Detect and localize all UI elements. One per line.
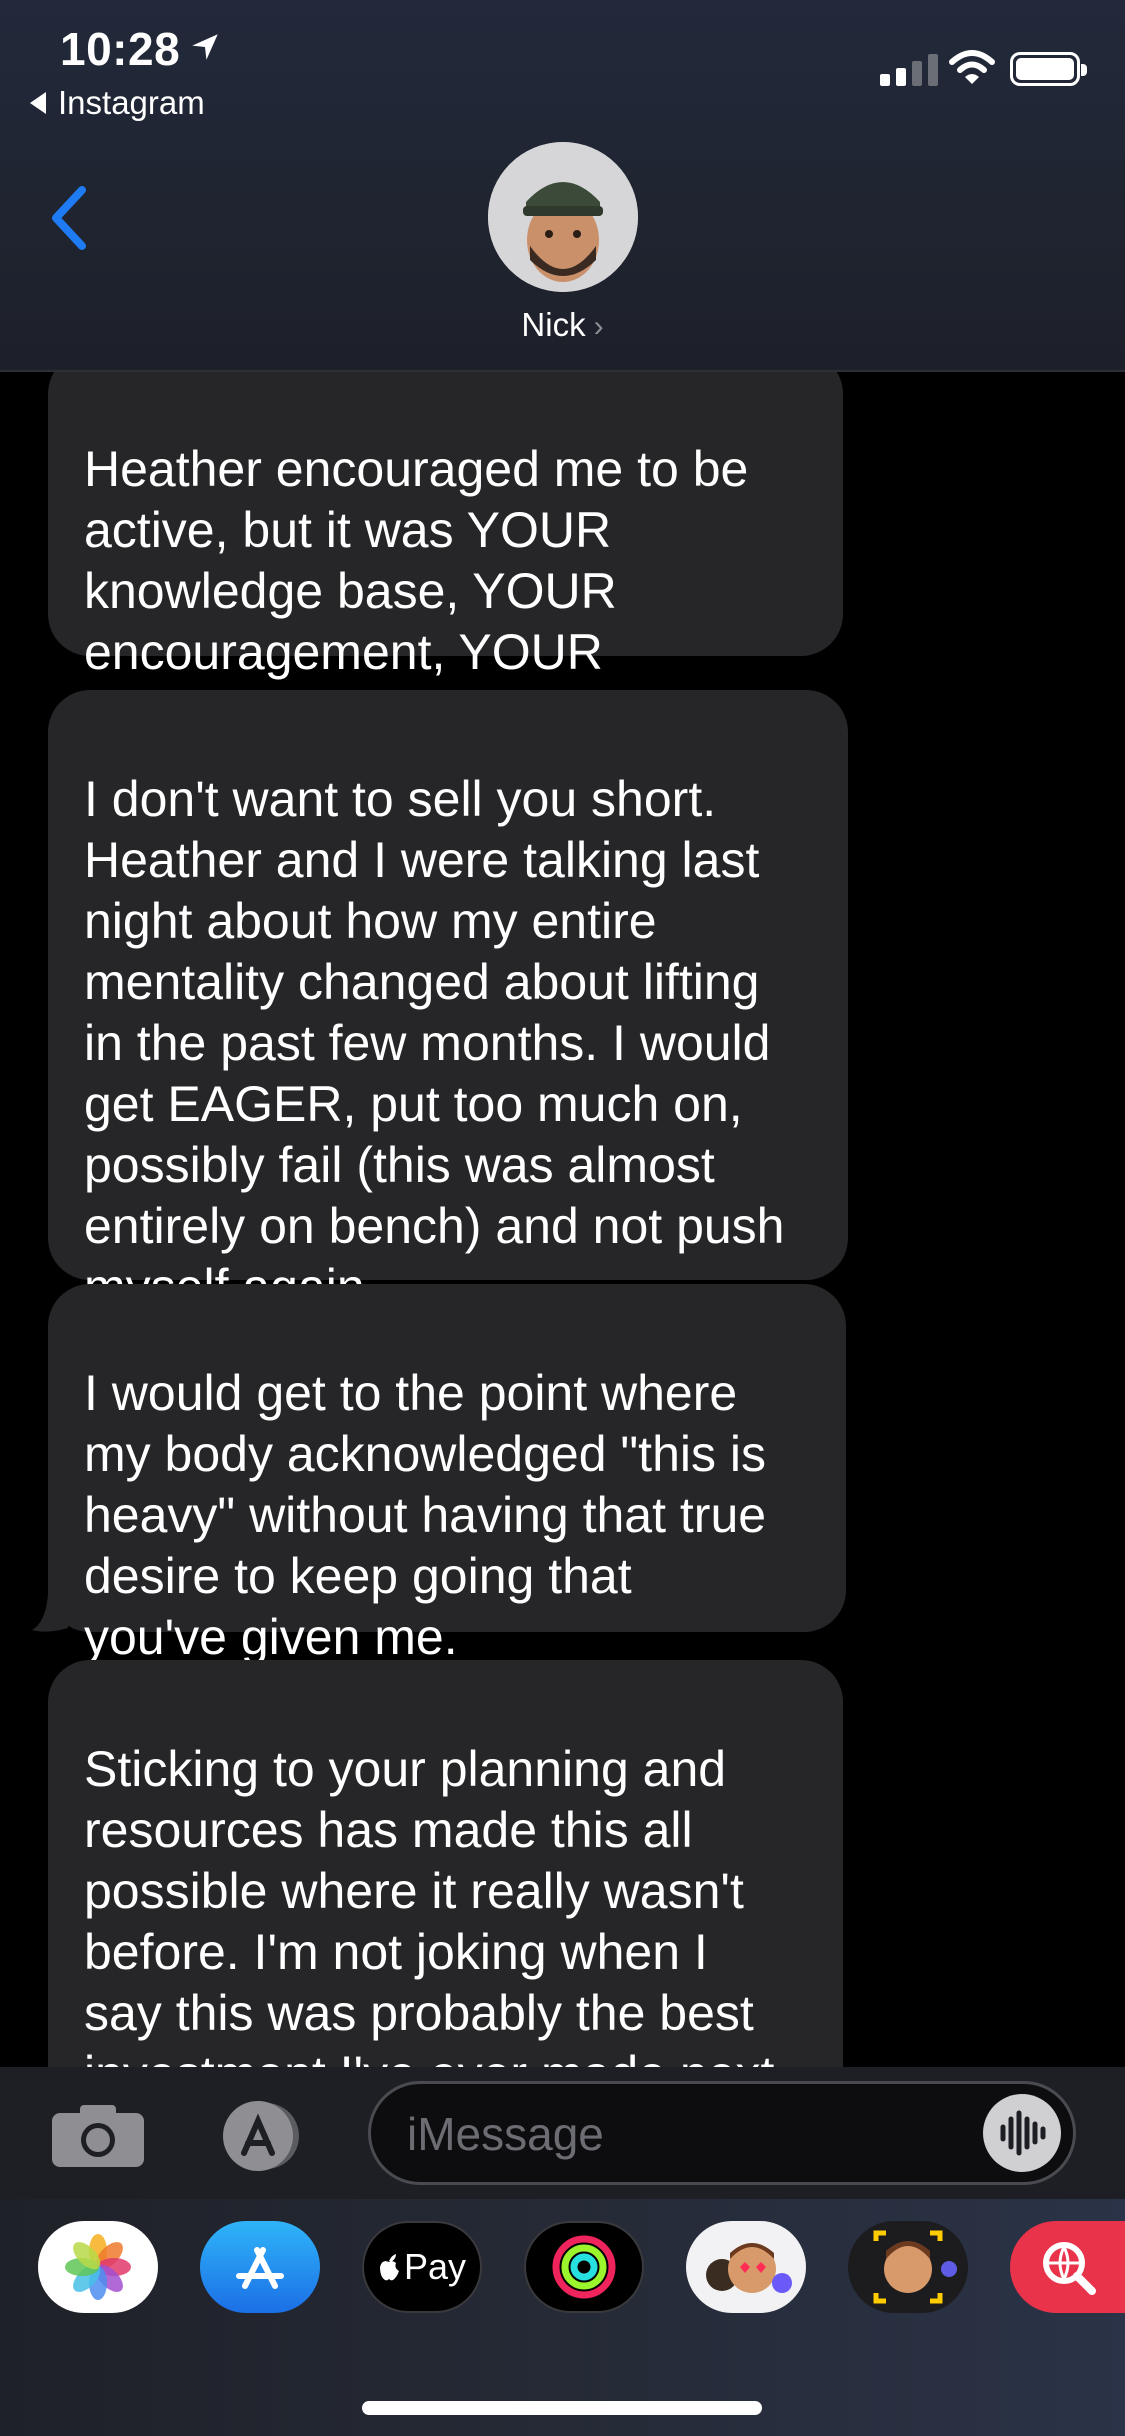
- location-arrow-icon: [192, 34, 218, 60]
- message-bubble[interactable]: Heather encouraged me to be active, but …: [48, 372, 843, 741]
- memoji-stickers-app-button[interactable]: [686, 2221, 806, 2313]
- back-triangle-icon: [30, 92, 46, 114]
- apple-pay-label: Pay: [403, 2246, 467, 2287]
- message-text: Sticking to your planning and resources …: [84, 1741, 774, 2067]
- photos-icon: [65, 2234, 131, 2300]
- message-bubble[interactable]: I don't want to sell you short. Heather …: [48, 690, 848, 1315]
- apple-pay-icon: [379, 2254, 399, 2281]
- contact-name[interactable]: Nick ›: [0, 306, 1125, 344]
- message-bubble[interactable]: I would get to the point where my body a…: [48, 1284, 846, 1665]
- memoji-avatar-icon: [488, 142, 638, 292]
- message-thread[interactable]: Heather encouraged me to be active, but …: [0, 372, 1125, 2067]
- memoji-camera-app-button[interactable]: [848, 2221, 968, 2313]
- contact-name-label: Nick: [521, 306, 586, 343]
- cellular-signal-icon: [880, 52, 938, 86]
- message-text: I would get to the point where my body a…: [84, 1365, 767, 1665]
- web-search-icon: [1042, 2242, 1096, 2295]
- message-input[interactable]: [407, 2106, 967, 2162]
- activity-icon: [552, 2235, 616, 2299]
- conversation-header: 10:28 Instagram Nick ›: [0, 0, 1125, 372]
- app-store-icon: [236, 2247, 284, 2289]
- back-to-app-link[interactable]: Instagram: [30, 84, 205, 122]
- camera-icon[interactable]: [50, 2103, 146, 2169]
- home-indicator[interactable]: [362, 2401, 762, 2415]
- audio-message-button[interactable]: [983, 2094, 1061, 2172]
- memoji-camera-icon: [873, 2230, 957, 2304]
- compose-bar: [0, 2067, 1125, 2199]
- waveform-icon: [1000, 2110, 1046, 2156]
- photos-app-button[interactable]: [38, 2221, 158, 2313]
- web-search-app-button[interactable]: [1010, 2221, 1125, 2313]
- contact-avatar[interactable]: [488, 142, 638, 292]
- status-time: 10:28: [60, 23, 181, 75]
- memoji-stickers-icon: [706, 2243, 792, 2293]
- back-chevron-icon[interactable]: [42, 178, 96, 258]
- message-bubble[interactable]: Sticking to your planning and resources …: [48, 1660, 843, 2067]
- apple-pay-app-button[interactable]: Pay: [362, 2221, 482, 2313]
- wifi-icon: [949, 50, 995, 84]
- back-app-label: Instagram: [58, 84, 205, 121]
- app-store-button-icon[interactable]: [210, 2099, 316, 2173]
- chevron-right-icon: ›: [593, 310, 604, 343]
- bubble-tail: [32, 1594, 68, 1632]
- imessage-app-drawer: Pay: [0, 2199, 1125, 2436]
- message-text: I don't want to sell you short. Heather …: [84, 771, 785, 1315]
- activity-app-button[interactable]: [524, 2221, 644, 2313]
- battery-icon: [1010, 52, 1087, 86]
- imessage-input-field[interactable]: [368, 2081, 1076, 2185]
- app-store-app-button[interactable]: [200, 2221, 320, 2313]
